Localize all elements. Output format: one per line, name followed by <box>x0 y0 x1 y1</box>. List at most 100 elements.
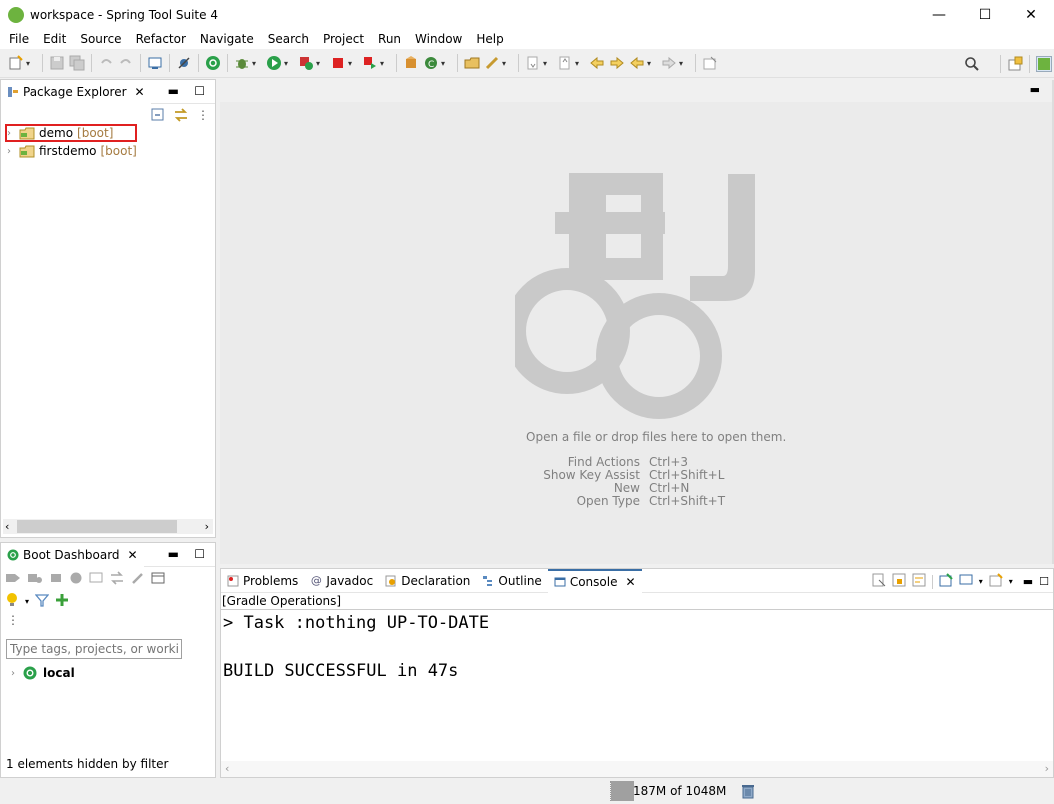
boot-relaunch-icon[interactable] <box>205 55 221 71</box>
minimize-editor-icon[interactable]: ▬ <box>1030 83 1040 96</box>
menu-search[interactable]: Search <box>261 32 316 46</box>
tab-package-explorer[interactable]: Package Explorer ✕ <box>1 79 151 104</box>
debug-icon[interactable] <box>234 55 250 71</box>
scroll-right-icon[interactable]: › <box>205 520 209 533</box>
tab-javadoc[interactable]: @ Javadoc <box>304 569 379 593</box>
collapse-all-icon[interactable] <box>151 108 165 125</box>
redo-icon[interactable] <box>118 55 134 71</box>
open-browser-icon[interactable] <box>69 571 83 588</box>
maximize-view-icon[interactable]: ☐ <box>194 547 205 561</box>
scroll-left-icon[interactable]: ‹ <box>225 762 229 775</box>
skip-breakpoints-icon[interactable] <box>176 55 192 71</box>
close-button[interactable]: ✕ <box>1008 0 1054 29</box>
menu-project[interactable]: Project <box>316 32 371 46</box>
relaunch-icon[interactable] <box>362 55 378 71</box>
debug-app-icon[interactable] <box>27 571 43 588</box>
tab-declaration[interactable]: Declaration <box>379 569 476 593</box>
external-tools-dropdown-icon[interactable]: ▾ <box>316 59 324 68</box>
last-edit-location-icon[interactable] <box>589 55 605 71</box>
start-icon[interactable] <box>5 571 21 588</box>
view-menu-icon[interactable]: ⋮ <box>7 613 19 627</box>
open-task-dropdown-icon[interactable]: ▾ <box>502 59 510 68</box>
tab-problems[interactable]: Problems <box>221 569 304 593</box>
package-icon[interactable] <box>403 55 419 71</box>
minimize-view-icon[interactable]: ▬ <box>1023 575 1033 588</box>
save-icon[interactable] <box>49 55 65 71</box>
next-annotation-icon[interactable] <box>525 55 541 71</box>
menu-refactor[interactable]: Refactor <box>129 32 193 46</box>
add-icon[interactable] <box>55 593 69 610</box>
scroll-right-icon[interactable]: › <box>1045 762 1049 775</box>
link-icon[interactable] <box>109 571 125 588</box>
open-perspective-icon[interactable] <box>1007 56 1023 72</box>
console-icon[interactable] <box>89 571 103 588</box>
horizontal-scrollbar[interactable]: ‹ › <box>3 519 213 534</box>
debug-dropdown-icon[interactable]: ▾ <box>252 59 260 68</box>
tree-item-demo[interactable]: › demo [boot] <box>5 124 137 142</box>
tab-console[interactable]: Console ✕ <box>547 568 642 593</box>
new-class-icon[interactable]: C <box>423 55 439 71</box>
open-task-icon[interactable] <box>484 55 500 71</box>
maximize-button[interactable]: ☐ <box>962 0 1008 29</box>
maximize-view-icon[interactable]: ☐ <box>194 84 205 98</box>
view-menu-icon[interactable]: ⋮ <box>197 108 209 125</box>
filter-icon[interactable] <box>34 593 50 610</box>
forward-icon[interactable] <box>661 55 677 71</box>
tab-outline[interactable]: Outline <box>476 569 547 593</box>
close-icon[interactable]: ✕ <box>135 85 145 99</box>
word-wrap-icon[interactable] <box>912 573 926 590</box>
link-with-editor-icon[interactable] <box>173 108 189 125</box>
back-icon[interactable] <box>629 55 645 71</box>
open-console-icon[interactable] <box>989 573 1003 590</box>
chevron-right-icon[interactable]: › <box>11 668 23 679</box>
display-console-dropdown-icon[interactable]: ▾ <box>979 577 983 586</box>
terminal-icon[interactable] <box>147 55 163 71</box>
search-icon[interactable] <box>964 56 980 72</box>
next-annotation-dropdown-icon[interactable]: ▾ <box>543 59 551 68</box>
minimize-button[interactable]: — <box>916 0 962 29</box>
clear-console-icon[interactable] <box>872 573 886 590</box>
menu-window[interactable]: Window <box>408 32 469 46</box>
new-class-dropdown-icon[interactable]: ▾ <box>441 59 449 68</box>
pin-editor-icon[interactable] <box>702 55 718 71</box>
menu-edit[interactable]: Edit <box>36 32 73 46</box>
trash-icon[interactable] <box>741 783 755 802</box>
new-icon[interactable] <box>8 55 24 71</box>
table-icon[interactable] <box>151 571 165 588</box>
external-tools-icon[interactable] <box>298 55 314 71</box>
previous-annotation-icon[interactable] <box>557 55 573 71</box>
tab-boot-dashboard[interactable]: Boot Dashboard ✕ <box>1 542 144 567</box>
console-horizontal-scrollbar[interactable]: ‹ › <box>221 761 1053 777</box>
new-dropdown-icon[interactable]: ▾ <box>26 59 34 68</box>
menu-file[interactable]: File <box>2 32 36 46</box>
minimize-view-icon[interactable]: ▬ <box>168 84 179 98</box>
forward-dropdown-icon[interactable]: ▾ <box>679 59 687 68</box>
spring-perspective-icon[interactable] <box>1036 55 1052 72</box>
pin-console-icon[interactable] <box>939 573 953 590</box>
save-all-icon[interactable] <box>69 55 85 71</box>
scroll-left-icon[interactable]: ‹ <box>5 520 9 533</box>
maximize-view-icon[interactable]: ☐ <box>1039 575 1049 588</box>
open-console-dropdown-icon[interactable]: ▾ <box>1009 577 1013 586</box>
previous-annotation-dropdown-icon[interactable]: ▾ <box>575 59 583 68</box>
display-console-icon[interactable] <box>959 573 973 590</box>
chevron-right-icon[interactable]: › <box>7 128 19 139</box>
stop-app-icon[interactable] <box>49 571 63 588</box>
stop-icon[interactable] <box>330 55 346 71</box>
scrollbar-thumb[interactable] <box>17 520 177 533</box>
relaunch-dropdown-icon[interactable]: ▾ <box>380 59 388 68</box>
close-icon[interactable]: ✕ <box>625 575 635 589</box>
open-type-icon[interactable] <box>464 55 480 71</box>
run-dropdown-icon[interactable]: ▾ <box>284 59 292 68</box>
menu-navigate[interactable]: Navigate <box>193 32 261 46</box>
menu-help[interactable]: Help <box>469 32 510 46</box>
stop-dropdown-icon[interactable]: ▾ <box>348 59 356 68</box>
boot-filter-input[interactable] <box>6 639 182 659</box>
back-dropdown-icon[interactable]: ▾ <box>647 59 655 68</box>
tree-item-firstdemo[interactable]: › firstdemo [boot] <box>5 142 137 160</box>
edit-icon[interactable] <box>131 571 145 588</box>
lightbulb-dropdown-icon[interactable]: ▾ <box>25 597 29 606</box>
heap-status[interactable]: 187M of 1048M <box>610 781 760 801</box>
scroll-lock-icon[interactable] <box>892 573 906 590</box>
menu-source[interactable]: Source <box>73 32 128 46</box>
